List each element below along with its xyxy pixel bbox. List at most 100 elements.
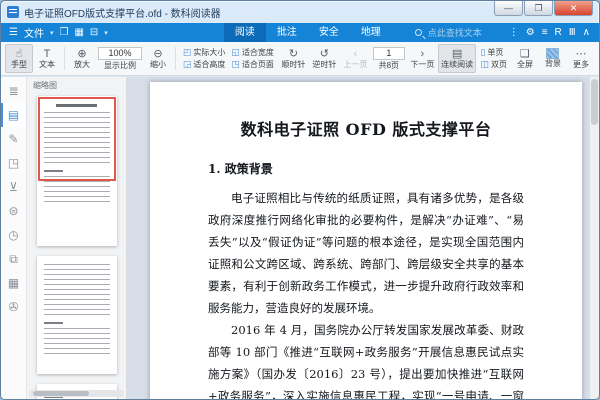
continuous-reading-label: 连续阅读	[441, 60, 473, 70]
file-menu-group: ☰ 文件 ▾ ❐ ▦ ⊟ ▾	[1, 25, 116, 40]
search-box[interactable]	[415, 27, 500, 39]
hand-tool-button[interactable]: ☝ 手型	[5, 44, 33, 73]
menubar: ☰ 文件 ▾ ❐ ▦ ⊟ ▾ 阅读 批注 安全 地理 ⋮ ⚙ ≡ R Ⅲ ∧	[1, 23, 599, 42]
toolbar: ☝ 手型 T 文本 ⊕ 放大 显示比例 ⊖ 缩小 ◰实际大小 ◱适合宽度 ◲适合…	[1, 42, 599, 76]
page-number-input[interactable]	[373, 47, 405, 60]
quickbar-caret-icon[interactable]: ▾	[104, 29, 108, 37]
search-input[interactable]	[426, 27, 500, 39]
viewport-indicator[interactable]	[38, 97, 116, 181]
close-button[interactable]: ✕	[554, 1, 593, 16]
more-vertical-icon[interactable]: ⋮	[509, 27, 519, 38]
fit-width-button[interactable]: ◱适合宽度	[231, 47, 274, 58]
content-area: ≣ ▤ ✎ ◳ ⊻ ⊜ ◷ ⧉ ▦ ✇ 缩略图	[1, 77, 599, 399]
thumbnail-icon: ▤	[8, 108, 19, 122]
thumbnail-horizontal-scrollbar[interactable]	[29, 390, 124, 397]
sidebar-item-layers[interactable]: ⧉	[1, 247, 26, 271]
zoom-ratio-label: 显示比例	[104, 61, 136, 71]
paperclip-icon: ✇	[8, 300, 18, 314]
thumbnail-panel-title: 缩略图	[27, 77, 126, 92]
sidebar-item-seal[interactable]: ◳	[1, 151, 26, 175]
scrollbar-thumb[interactable]	[591, 79, 598, 125]
file-menu-caret-icon[interactable]: ▾	[50, 29, 54, 37]
thumbnail-text-lines	[44, 264, 110, 318]
fit-options-group: ◰实际大小 ◱适合宽度 ◲适合高度 ◳适合页面	[179, 44, 278, 73]
sidebar-item-grid[interactable]: ▦	[1, 271, 26, 295]
background-button[interactable]: 背景	[539, 44, 567, 73]
outline-icon: ≣	[8, 84, 18, 98]
page-thumbnail-2[interactable]	[37, 256, 117, 374]
ribbon-tabs: 阅读 批注 安全 地理	[224, 23, 392, 42]
single-page-icon: ▯	[480, 47, 485, 58]
double-page-icon: ◫	[480, 59, 489, 70]
fit-width-icon: ◱	[231, 47, 240, 58]
tab-geo[interactable]: 地理	[350, 23, 392, 42]
hand-tool-label: 手型	[11, 60, 27, 70]
window-controls: — ❐ ✕	[493, 1, 593, 16]
sidebar-item-signature[interactable]: ✎	[1, 127, 26, 151]
rotate-clockwise-button[interactable]: ↻ 顺时针	[278, 44, 309, 73]
sidebar-item-history[interactable]: ◷	[1, 223, 26, 247]
zoom-out-button[interactable]: ⊖ 缩小	[144, 44, 172, 73]
page-thumbnail-1[interactable]	[37, 96, 117, 246]
sidebar-item-outline[interactable]: ≣	[1, 79, 26, 103]
open-file-icon[interactable]: ❐	[59, 27, 68, 38]
scrollbar-thumb[interactable]	[33, 391, 89, 396]
tab-security[interactable]: 安全	[308, 23, 350, 42]
fit-page-icon: ◳	[231, 59, 240, 70]
sidebar-icon-strip: ≣ ▤ ✎ ◳ ⊻ ⊜ ◷ ⧉ ▦ ✇	[1, 77, 27, 399]
document-title: 数科电子证照 OFD 版式支撑平台	[208, 116, 524, 140]
document-section-heading: 1. 政策背景	[208, 160, 524, 177]
save-icon[interactable]: ▦	[74, 27, 83, 38]
more-button[interactable]: ⋯ 更多	[567, 44, 595, 73]
fit-page-button[interactable]: ◳适合页面	[231, 59, 274, 70]
attachment-download-icon: ⊻	[9, 180, 18, 194]
document-page[interactable]: 数科电子证照 OFD 版式支撑平台 1. 政策背景 电子证照相比与传统的纸质证照…	[150, 82, 582, 399]
read-mode-icon[interactable]: R	[555, 27, 562, 38]
previous-page-label: 上一页	[343, 60, 367, 70]
fullscreen-icon: ❏	[520, 48, 530, 60]
next-page-label: 下一页	[410, 60, 434, 70]
fit-page-label: 适合页面	[242, 59, 274, 70]
fullscreen-button[interactable]: ❏ 全屏	[511, 44, 539, 73]
tab-annotate[interactable]: 批注	[266, 23, 308, 42]
zoom-out-label: 缩小	[150, 60, 166, 70]
print-icon[interactable]: ⊟	[90, 27, 98, 38]
sidebar-item-clip[interactable]: ✇	[1, 295, 26, 319]
fit-actual-size-button[interactable]: ◰实际大小	[183, 47, 226, 58]
previous-page-button[interactable]: ‹ 上一页	[340, 44, 371, 73]
maximize-button[interactable]: ❐	[524, 1, 553, 16]
fullscreen-label: 全屏	[517, 60, 533, 70]
sidebar-item-stamp[interactable]: ⊜	[1, 199, 26, 223]
text-select-button[interactable]: T 文本	[33, 44, 61, 73]
continuous-reading-button[interactable]: ▤ 连续阅读	[438, 44, 477, 73]
search-icon	[415, 29, 422, 36]
list-view-icon[interactable]: ≡	[542, 27, 548, 38]
document-area: 数科电子证照 OFD 版式支撑平台 1. 政策背景 电子证照相比与传统的纸质证照…	[127, 77, 599, 399]
file-menu[interactable]: 文件	[24, 25, 44, 40]
fit-width-label: 适合宽度	[242, 47, 274, 58]
minimize-button[interactable]: —	[494, 1, 523, 16]
sidebar-item-thumbnails[interactable]: ▤	[1, 103, 26, 127]
page-number-group: 共8页	[371, 44, 407, 73]
hand-icon: ☝	[16, 48, 23, 60]
single-page-button[interactable]: ▯单页	[480, 47, 507, 58]
background-swatch-icon	[546, 48, 559, 59]
zoom-in-button[interactable]: ⊕ 放大	[68, 44, 96, 73]
thumbnail-heading-line	[44, 322, 64, 324]
collapse-ribbon-icon[interactable]: ∧	[583, 27, 590, 38]
grid-icon: ▦	[8, 276, 19, 290]
columns-icon[interactable]: Ⅲ	[569, 27, 576, 38]
double-page-button[interactable]: ◫双页	[480, 59, 507, 70]
zoom-ratio-input[interactable]	[98, 47, 142, 60]
signature-icon: ✎	[8, 132, 18, 146]
sidebar-item-attachments[interactable]: ⊻	[1, 175, 26, 199]
rotate-counterclockwise-button[interactable]: ↺ 逆时针	[309, 44, 340, 73]
rotate-clockwise-label: 顺时针	[281, 60, 305, 70]
gear-icon[interactable]: ⚙	[526, 27, 535, 38]
next-page-button[interactable]: › 下一页	[407, 44, 438, 73]
rotate-counterclockwise-icon: ↺	[320, 48, 329, 60]
tab-read[interactable]: 阅读	[224, 23, 266, 42]
fit-height-button[interactable]: ◲适合高度	[183, 59, 226, 70]
hamburger-icon[interactable]: ☰	[9, 27, 18, 38]
document-vertical-scrollbar[interactable]	[589, 77, 599, 399]
